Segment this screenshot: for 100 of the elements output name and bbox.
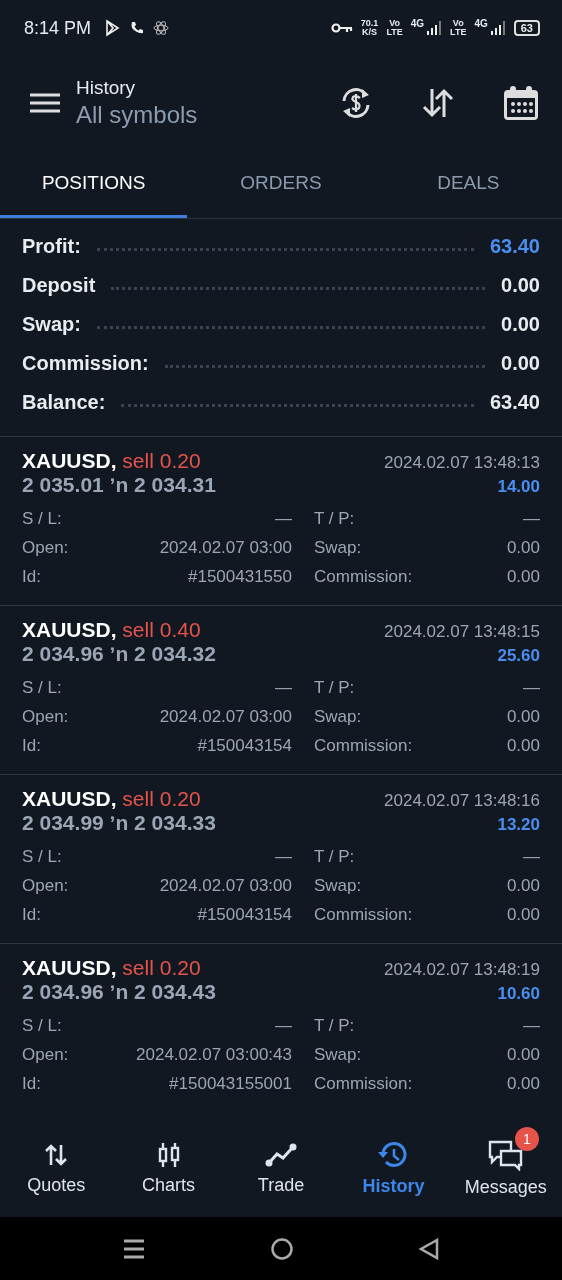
position-title: XAUUSD, sell 0.20 (22, 956, 201, 980)
tab[interactable]: DEALS (374, 150, 562, 218)
signal-icon (489, 21, 506, 35)
field-label: Swap: (313, 876, 363, 896)
field-label: T / P: (313, 847, 356, 867)
field-label: T / P: (313, 678, 356, 698)
nav-item[interactable]: Trade (224, 1120, 338, 1217)
position-profit: 10.60 (497, 984, 540, 1004)
field-value: #150043155001 (168, 1074, 292, 1094)
field-label: T / P: (313, 509, 356, 529)
field-label: Id: (22, 905, 42, 925)
field-value: — (522, 1016, 540, 1036)
screen-title: History (76, 77, 137, 99)
field-value: 0.00 (506, 567, 540, 587)
field-value: 2024.02.07 03:00:43 (135, 1045, 292, 1065)
summary-value: 0.00 (501, 313, 540, 336)
back-icon[interactable] (418, 1236, 440, 1261)
field-value: 0.00 (506, 736, 540, 756)
position-profit: 13.20 (497, 815, 540, 835)
summary-label: Swap: (22, 313, 81, 336)
field-label: Open: (22, 1045, 70, 1065)
field-value: 0.00 (506, 905, 540, 925)
atom-icon (153, 20, 170, 36)
field-label: S / L: (22, 509, 63, 529)
signal-icon (426, 21, 443, 35)
chat-icon (486, 1139, 525, 1171)
field-value: 0.00 (506, 538, 540, 558)
field-label: Commission: (313, 1074, 414, 1094)
field-value: — (274, 509, 292, 529)
field-value: — (522, 509, 540, 529)
field-label: Commission: (313, 736, 414, 756)
field-label: Id: (22, 1074, 42, 1094)
summary-label: Balance: (22, 391, 106, 414)
field-label: Open: (22, 538, 70, 558)
field-label: Commission: (313, 567, 414, 587)
field-label: S / L: (22, 1016, 63, 1036)
field-value: 0.00 (506, 1045, 540, 1065)
field-label: S / L: (22, 847, 63, 867)
field-label: Id: (22, 567, 42, 587)
volte-label: Vo LTE (450, 19, 467, 37)
volte-label: Vo LTE (386, 19, 403, 37)
recent-apps-icon[interactable] (122, 1237, 146, 1260)
position-prices: 2 035.01 ʼn 2 034.31 (22, 473, 216, 497)
position-profit: 25.60 (497, 646, 540, 666)
field-value: #150043154 (196, 736, 292, 756)
summary-label: Commission: (22, 352, 149, 375)
battery-level: 63 (513, 20, 540, 36)
summary-label: Deposit (22, 274, 96, 297)
summary-value: 63.40 (489, 391, 540, 414)
position-prices: 2 034.99 ʼn 2 034.33 (22, 811, 216, 835)
home-icon[interactable] (270, 1236, 294, 1261)
phone-icon (129, 20, 146, 36)
field-value: 0.00 (506, 876, 540, 896)
position-time: 2024.02.07 13:48:19 (384, 960, 540, 980)
field-label: Swap: (313, 538, 363, 558)
field-label: Swap: (313, 1045, 363, 1065)
field-value: #1500431550 (187, 567, 292, 587)
field-value: — (274, 847, 292, 867)
clock: 8:14 PM (24, 17, 92, 39)
tab[interactable]: POSITIONS (0, 150, 188, 218)
field-value: 0.00 (506, 1074, 540, 1094)
field-label: T / P: (313, 1016, 356, 1036)
summary-value: 0.00 (501, 274, 540, 297)
nav-item[interactable]: Quotes (0, 1120, 113, 1217)
nav-item[interactable]: Charts (112, 1120, 225, 1217)
field-value: — (522, 678, 540, 698)
position-title: XAUUSD, sell 0.20 (22, 787, 201, 811)
nav-item[interactable]: 1 Messages (449, 1120, 562, 1217)
tab[interactable]: ORDERS (187, 150, 375, 218)
menu-icon[interactable] (30, 92, 60, 114)
position-time: 2024.02.07 13:48:15 (384, 622, 540, 642)
field-label: Open: (22, 876, 70, 896)
network-type: 4G (474, 18, 488, 29)
field-label: Id: (22, 736, 42, 756)
field-value: — (274, 1016, 292, 1036)
nav-item[interactable]: History (337, 1120, 450, 1217)
position-title: XAUUSD, sell 0.20 (22, 449, 201, 473)
field-value: #150043154 (196, 905, 292, 925)
summary-label: Profit: (22, 235, 81, 258)
calendar-icon[interactable] (502, 84, 540, 122)
field-value: 0.00 (506, 707, 540, 727)
network-speed: 70.1 K/S (360, 19, 379, 37)
field-value: 2024.02.07 03:00 (158, 707, 292, 727)
position-title: XAUUSD, sell 0.40 (22, 618, 201, 642)
position-time: 2024.02.07 13:48:16 (384, 791, 540, 811)
field-label: Commission: (313, 905, 414, 925)
line-chart-icon (265, 1141, 297, 1169)
play-icon (103, 19, 122, 37)
field-value: 2024.02.07 03:00 (158, 876, 292, 896)
position-profit: 14.00 (497, 477, 540, 497)
position-prices: 2 034.96 ʼn 2 034.43 (22, 980, 216, 1004)
notification-badge: 1 (514, 1127, 539, 1151)
symbol-filter[interactable]: All symbols (76, 101, 292, 129)
field-label: Open: (22, 707, 70, 727)
field-value: — (274, 678, 292, 698)
key-icon (330, 22, 353, 34)
position-time: 2024.02.07 13:48:13 (384, 453, 540, 473)
summary-value: 0.00 (501, 352, 540, 375)
position-prices: 2 034.96 ʼn 2 034.32 (22, 642, 216, 666)
network-type: 4G (410, 18, 425, 29)
